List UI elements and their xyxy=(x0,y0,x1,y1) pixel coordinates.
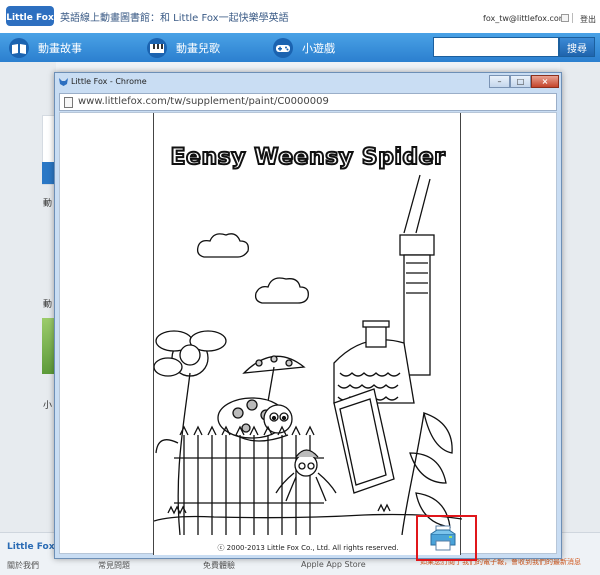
close-button[interactable]: × xyxy=(531,75,559,88)
chevron-down-icon[interactable] xyxy=(561,14,569,22)
background-text: 動 xyxy=(43,199,53,209)
divider xyxy=(572,13,573,23)
footer-brand: Little Fox xyxy=(7,542,55,552)
minimize-button[interactable]: – xyxy=(489,75,510,88)
little-fox-logo[interactable]: Little Fox xyxy=(6,3,54,29)
search-input[interactable] xyxy=(433,37,559,57)
book-icon xyxy=(9,37,29,58)
logout-link[interactable]: 登出 xyxy=(580,14,596,25)
nav-item-stories[interactable]: 動畫故事 xyxy=(6,33,82,62)
nav-label: 動畫故事 xyxy=(38,41,82,55)
nav-item-songs[interactable]: 動畫兒歌 xyxy=(144,33,220,62)
piano-icon xyxy=(147,37,167,58)
nav-label: 動畫兒歌 xyxy=(176,41,220,55)
address-url[interactable]: www.littlefox.com/tw/supplement/paint/C0… xyxy=(78,96,329,107)
window-title: Little Fox - Chrome xyxy=(71,77,147,86)
address-bar[interactable]: www.littlefox.com/tw/supplement/paint/C0… xyxy=(59,93,557,111)
footer-link-app-store[interactable]: Apple App Store xyxy=(301,560,366,569)
nav-label: 小遊戲 xyxy=(302,41,335,55)
account-email[interactable]: fox_tw@littlefox.com xyxy=(483,14,567,23)
footer-link-trial[interactable]: 免費體驗 xyxy=(203,560,235,571)
site-tagline: 英語線上動畫圖書館：和 Little Fox一起快樂學英語 xyxy=(60,13,289,24)
top-header: Little Fox 英語線上動畫圖書館：和 Little Fox一起快樂學英語… xyxy=(0,0,600,33)
page-icon xyxy=(64,97,73,108)
coloring-illustration xyxy=(154,174,462,535)
coloring-sheet: Eensy Weensy Spider ⓒ 2000-2013 Little F… xyxy=(153,113,462,555)
gamepad-icon xyxy=(273,37,293,58)
background-text: 小 xyxy=(43,401,53,411)
printer-icon[interactable] xyxy=(428,524,458,552)
search-button[interactable]: 搜尋 xyxy=(559,37,595,57)
background-text: 動 xyxy=(43,300,53,310)
background-right-column xyxy=(560,62,600,532)
footer-link-faq[interactable]: 常見問題 xyxy=(98,560,130,571)
logo-text: Little Fox xyxy=(6,13,54,23)
footer-link-about[interactable]: 關於我們 xyxy=(7,560,39,571)
maximize-button[interactable]: □ xyxy=(510,75,531,88)
fox-icon xyxy=(59,78,68,86)
sheet-title: Eensy Weensy Spider xyxy=(170,144,446,171)
popup-window: Little Fox - Chrome – □ × www.littlefox.… xyxy=(54,72,562,559)
popup-content: Eensy Weensy Spider ⓒ 2000-2013 Little F… xyxy=(59,112,557,555)
nav-item-games[interactable]: 小遊戲 xyxy=(270,33,335,62)
